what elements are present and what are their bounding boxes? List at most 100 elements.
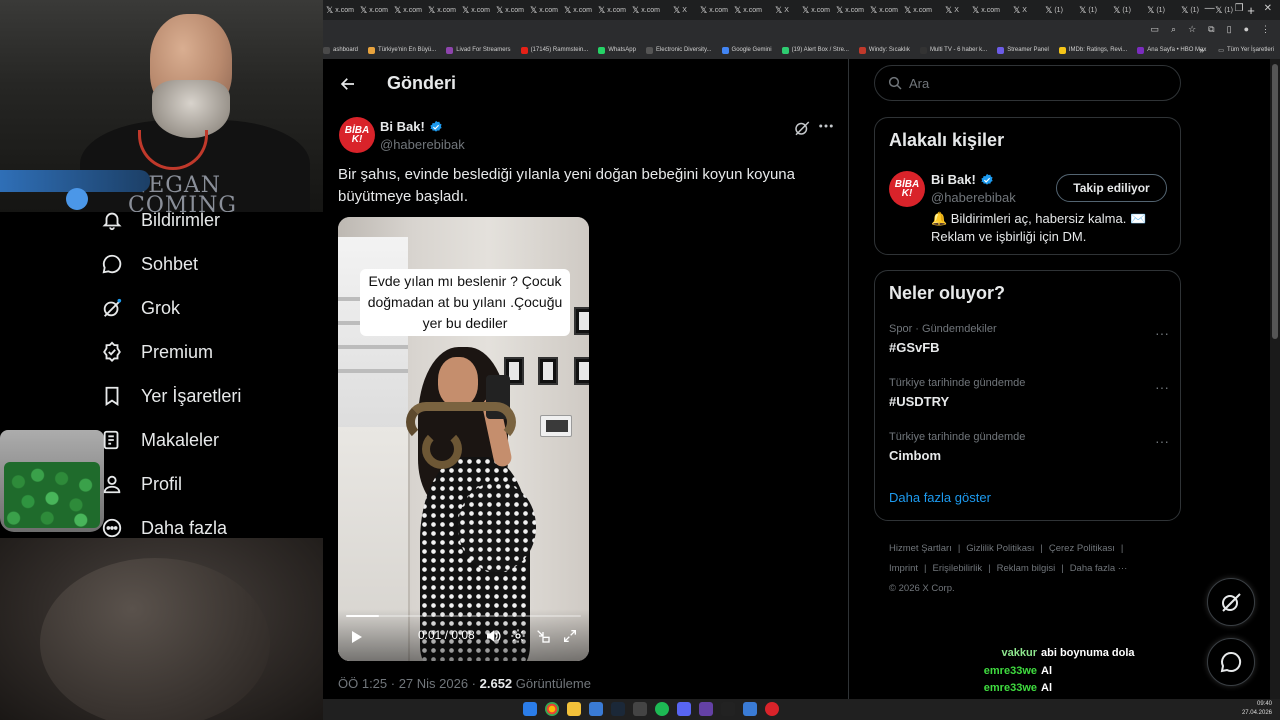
- browser-tab[interactable]: 𝕏x.com: [867, 0, 901, 20]
- browser-tab[interactable]: 𝕏 (1): [1071, 0, 1105, 20]
- related-name[interactable]: Bi Bak!: [931, 172, 994, 187]
- browser-tab[interactable]: 𝕏x.com: [969, 0, 1003, 20]
- back-button[interactable]: [337, 73, 359, 95]
- footer-link[interactable]: Gizlilik Politikası: [966, 543, 1034, 554]
- browser-tab[interactable]: 𝕏x.com: [833, 0, 867, 20]
- cast-icon[interactable]: ▭: [1151, 24, 1160, 35]
- browser-tab[interactable]: 𝕏x.com: [425, 0, 459, 20]
- browser-tab[interactable]: 𝕏x.com: [697, 0, 731, 20]
- bookmark-item[interactable]: (19) Alert Box / Stre...: [781, 46, 849, 54]
- browser-tab[interactable]: 𝕏 (1): [1139, 0, 1173, 20]
- app-icon[interactable]: [589, 702, 603, 716]
- app-icon[interactable]: [743, 702, 757, 716]
- browser-tab[interactable]: 𝕏x.com: [493, 0, 527, 20]
- bookmark-item[interactable]: Electronic Diversity...: [645, 46, 712, 54]
- zoom-icon[interactable]: ⌕: [1171, 24, 1176, 35]
- close-window-icon[interactable]: ✕: [1264, 3, 1272, 14]
- author-avatar[interactable]: BİBAK!: [339, 117, 375, 153]
- app-icon[interactable]: [721, 702, 735, 716]
- browser-tab[interactable]: 𝕏x.com: [357, 0, 391, 20]
- bookmark-item[interactable]: Livad For Streamers: [446, 46, 511, 54]
- menu-icon[interactable]: ⋮: [1261, 24, 1270, 35]
- browser-tab[interactable]: 𝕏x.com: [595, 0, 629, 20]
- sidebar-item-articles[interactable]: Makaleler: [100, 418, 219, 462]
- more-options-button[interactable]: [817, 117, 835, 135]
- show-more-link[interactable]: Daha fazla göster: [889, 490, 991, 505]
- search-input[interactable]: Ara: [909, 76, 929, 91]
- sidepanel-icon[interactable]: ▯: [1227, 24, 1232, 35]
- scrollbar-thumb[interactable]: [1272, 64, 1278, 339]
- sidebar-item-grok[interactable]: Grok: [100, 286, 180, 330]
- spotify-icon[interactable]: [655, 702, 669, 716]
- browser-tab[interactable]: 𝕏x.com: [901, 0, 935, 20]
- sidebar-item-bookmarks[interactable]: Yer İşaretleri: [100, 374, 241, 418]
- post-timestamp[interactable]: ÖÖ 1:25 · 27 Nis 2026 ·: [338, 676, 480, 691]
- bookmark-item[interactable]: WhatsApp: [598, 46, 636, 54]
- trend-more-button[interactable]: ···: [1155, 379, 1169, 395]
- trend-item[interactable]: Türkiye tarihinde gündemde #USDTRY ···: [889, 377, 1169, 409]
- browser-tab[interactable]: 𝕏x.com: [561, 0, 595, 20]
- trend-more-button[interactable]: ···: [1155, 325, 1169, 341]
- bookmark-item[interactable]: Streamer Panel: [997, 46, 1049, 54]
- bookmarks-overflow-button[interactable]: »: [1199, 45, 1204, 55]
- discord-icon[interactable]: [677, 702, 691, 716]
- bookmark-item[interactable]: IMDb: Ratings, Revi...: [1058, 46, 1127, 54]
- footer-link[interactable]: Daha fazla ···: [1070, 563, 1128, 574]
- related-handle[interactable]: @haberebibak: [931, 190, 1016, 205]
- footer-link[interactable]: Reklam bilgisi: [997, 563, 1056, 574]
- sidebar-item-profile[interactable]: Profil: [100, 462, 182, 506]
- profile-icon[interactable]: ●: [1244, 24, 1249, 35]
- bookmark-item[interactable]: Türkiye'nin En Büyü...: [368, 46, 436, 54]
- sidebar-item-chat[interactable]: Sohbet: [100, 242, 198, 286]
- trend-item[interactable]: Spor · Gündemdekiler #GSvFB ···: [889, 323, 1169, 355]
- footer-link[interactable]: Hizmet Şartları: [889, 543, 952, 554]
- fullscreen-button[interactable]: [562, 628, 578, 644]
- following-button[interactable]: Takip ediliyor: [1056, 174, 1167, 202]
- play-button[interactable]: [348, 629, 364, 645]
- all-bookmarks-link[interactable]: Tüm Yer İşaretleri: [1227, 47, 1274, 53]
- mini-player-button[interactable]: [535, 628, 551, 644]
- file-explorer-icon[interactable]: [567, 702, 581, 716]
- video-settings-button[interactable]: [510, 628, 526, 644]
- grok-explain-button[interactable]: [793, 119, 811, 137]
- browser-tab[interactable]: 𝕏x.com: [629, 0, 663, 20]
- steam-icon[interactable]: [611, 702, 625, 716]
- bookmark-item[interactable]: Google Gemini: [721, 46, 772, 54]
- grok-fab-button[interactable]: [1207, 578, 1255, 626]
- star-icon[interactable]: ☆: [1188, 24, 1196, 35]
- browser-tab[interactable]: 𝕏x.com: [731, 0, 765, 20]
- video-progress-bar[interactable]: [346, 615, 581, 617]
- browser-tab[interactable]: 𝕏X: [1003, 0, 1037, 20]
- footer-link[interactable]: Erişilebilirlik: [933, 563, 983, 574]
- bookmark-item[interactable]: Multi TV - 6 haber k...: [919, 46, 987, 54]
- author-handle[interactable]: @haberebibak: [380, 137, 465, 152]
- trend-more-button[interactable]: ···: [1155, 433, 1169, 449]
- chrome-icon[interactable]: [545, 702, 559, 716]
- sidebar-item-notifications[interactable]: Bildirimler: [100, 198, 220, 242]
- related-avatar[interactable]: BİBAK!: [889, 171, 925, 207]
- page-scrollbar[interactable]: [1270, 59, 1280, 699]
- browser-address-bar[interactable]: ▭ ⌕ ☆ ⧉ ▯ ● ⋮: [323, 20, 1280, 41]
- maximize-window-icon[interactable]: ❐: [1235, 3, 1244, 14]
- bookmark-item[interactable]: (17145) Rammstein...: [520, 46, 588, 54]
- browser-tab[interactable]: 𝕏x.com: [459, 0, 493, 20]
- bookmark-item[interactable]: Windy: Sıcaklık: [858, 46, 910, 54]
- start-icon[interactable]: [523, 702, 537, 716]
- video-player[interactable]: Evde yılan mı beslenir ? Çocuk doğmadan …: [338, 217, 589, 661]
- search-box[interactable]: Ara: [874, 65, 1181, 101]
- footer-link[interactable]: Çerez Politikası: [1049, 543, 1115, 554]
- browser-tab[interactable]: 𝕏X: [765, 0, 799, 20]
- browser-tab[interactable]: 𝕏x.com: [323, 0, 357, 20]
- browser-tab[interactable]: 𝕏x.com: [527, 0, 561, 20]
- extensions-icon[interactable]: ⧉: [1208, 24, 1214, 35]
- trend-item[interactable]: Türkiye tarihinde gündemde Cimbom ···: [889, 431, 1169, 463]
- sidebar-item-premium[interactable]: Premium: [100, 330, 213, 374]
- minimize-window-icon[interactable]: —: [1205, 3, 1215, 14]
- browser-tab[interactable]: 𝕏X: [935, 0, 969, 20]
- bookmark-item[interactable]: ashboard: [323, 46, 358, 54]
- volume-button[interactable]: [485, 628, 501, 644]
- browser-tab[interactable]: 𝕏 (1): [1037, 0, 1071, 20]
- browser-tab[interactable]: 𝕏x.com: [391, 0, 425, 20]
- bookmark-item[interactable]: Ana Sayfa • HBO Max: [1137, 46, 1206, 54]
- app-icon[interactable]: [765, 702, 779, 716]
